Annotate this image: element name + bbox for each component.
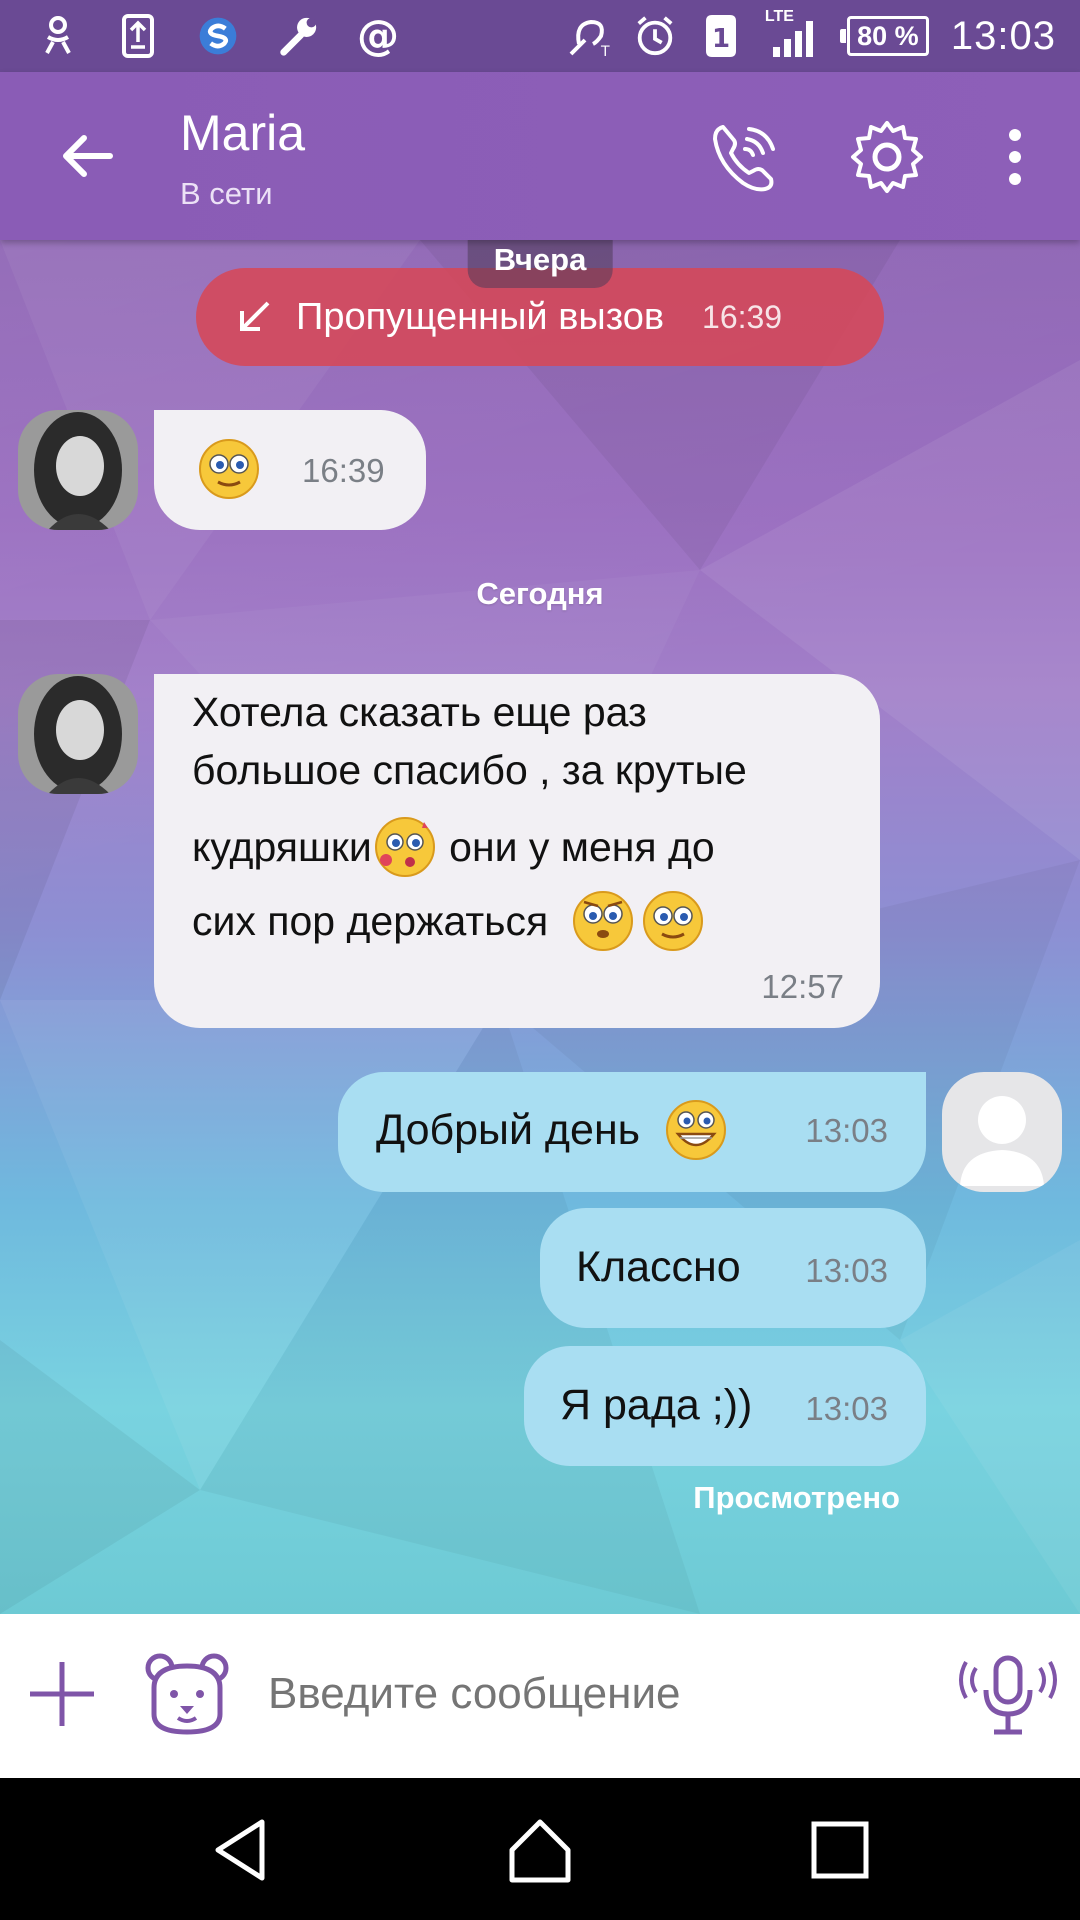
message-time: 13:03: [805, 1390, 888, 1427]
alarm-icon: [633, 14, 677, 58]
message-time: 13:03: [805, 1112, 888, 1149]
back-button[interactable]: [48, 116, 128, 196]
message-bubble-outgoing[interactable]: Добрый день 13:03: [338, 1072, 926, 1192]
missed-call-time: 16:39: [702, 298, 783, 335]
gear-icon: [851, 121, 923, 193]
message-input-bar: [0, 1614, 1080, 1778]
chat-area[interactable]: Вчера Пропущенный вызов 16:39 16:39 Сего…: [0, 240, 1080, 1614]
message-text-fragment: сих пор держаться: [192, 897, 560, 944]
plus-icon: [30, 1662, 94, 1726]
grinning-emoji: [666, 1100, 727, 1160]
message-text: Классно: [576, 1243, 741, 1291]
message-text-line: сих пор держаться: [192, 888, 706, 954]
phone-icon: [713, 125, 775, 192]
message-input[interactable]: [268, 1654, 908, 1734]
battery-indicator: 80 %: [839, 16, 929, 56]
more-vert-icon: [1009, 129, 1021, 185]
wrench-icon: [276, 14, 320, 58]
odnoklassniki-icon: [36, 14, 80, 58]
message-time: 16:39: [302, 452, 385, 489]
kissing-emoji: [374, 817, 435, 877]
microphone-icon: [959, 1655, 1057, 1735]
avatar-photo: [18, 410, 138, 530]
sticker-button[interactable]: [142, 1648, 232, 1738]
message-time: 12:57: [761, 968, 844, 1005]
home-icon: [509, 1819, 571, 1883]
more-options-button[interactable]: [970, 112, 1060, 202]
missed-call-text: Пропущенный вызов: [296, 295, 665, 338]
contact-name[interactable]: Maria: [180, 104, 305, 162]
contact-status: В сети: [180, 176, 273, 211]
seen-status: Просмотрено: [693, 1480, 900, 1515]
upload-icon: [116, 14, 160, 58]
message-text: Я рада ;)): [560, 1381, 753, 1429]
sim-icon: 1: [699, 14, 743, 58]
message-bubble-incoming[interactable]: Хотела сказать еще раз большое спасибо ,…: [154, 674, 880, 1028]
smiley-emoji: [199, 439, 259, 499]
triangle-back-icon: [215, 1819, 265, 1881]
nav-recents-button[interactable]: [804, 1814, 876, 1886]
avatar-photo: [18, 674, 138, 794]
svg-text:@: @: [357, 13, 399, 59]
message-text-fragment: Добрый день: [376, 1105, 653, 1154]
arrow-left-icon: [63, 135, 113, 177]
contact-avatar[interactable]: [18, 674, 138, 794]
attach-button[interactable]: [22, 1654, 102, 1734]
system-navigation-bar: [0, 1778, 1080, 1920]
smiley-emoji: [642, 891, 703, 951]
square-recents-icon: [811, 1821, 869, 1879]
bear-sticker-icon: [145, 1653, 229, 1735]
message-bubble-outgoing[interactable]: Классно 13:03: [540, 1208, 926, 1328]
message-time: 13:03: [805, 1252, 888, 1289]
message-text-line: Добрый день: [376, 1098, 728, 1162]
svg-text:1: 1: [712, 24, 730, 54]
message-text-fragment: кудряшки: [192, 823, 372, 870]
nav-home-button[interactable]: [504, 1814, 576, 1886]
settings-button[interactable]: [842, 112, 932, 202]
date-separator-yesterday: Вчера: [467, 240, 613, 288]
skype-icon: [196, 14, 240, 58]
call-button[interactable]: [700, 112, 790, 202]
my-avatar[interactable]: [942, 1072, 1062, 1192]
message-text-fragment: они у меня до: [437, 823, 715, 870]
worried-emoji: [572, 891, 633, 951]
lte-signal-icon: LTE: [765, 8, 825, 58]
message-text-line: кудряшки они у меня до: [192, 814, 715, 880]
message-bubble-outgoing[interactable]: Я рада ;)) 13:03: [524, 1346, 926, 1466]
missed-call-arrow-icon: [240, 301, 270, 331]
contact-avatar[interactable]: [18, 410, 138, 530]
voice-message-button[interactable]: [958, 1644, 1058, 1744]
date-separator-today: Сегодня: [476, 576, 604, 611]
svg-text:T: T: [600, 44, 610, 58]
at-sign-icon: @: [356, 13, 400, 59]
message-bubble-incoming[interactable]: 16:39: [154, 410, 426, 530]
chat-header: Maria В сети: [0, 72, 1080, 240]
hearing-aid-icon: T: [567, 14, 611, 58]
status-bar: @ T 1 LTE 80 % 13:03: [0, 0, 1080, 72]
nav-back-button[interactable]: [206, 1814, 278, 1886]
user-placeholder-icon: [960, 1096, 1044, 1186]
message-text-line: большое спасибо , за крутые: [192, 747, 747, 793]
message-text-line: Хотела сказать еще раз: [192, 689, 647, 735]
clock: 13:03: [950, 13, 1056, 58]
